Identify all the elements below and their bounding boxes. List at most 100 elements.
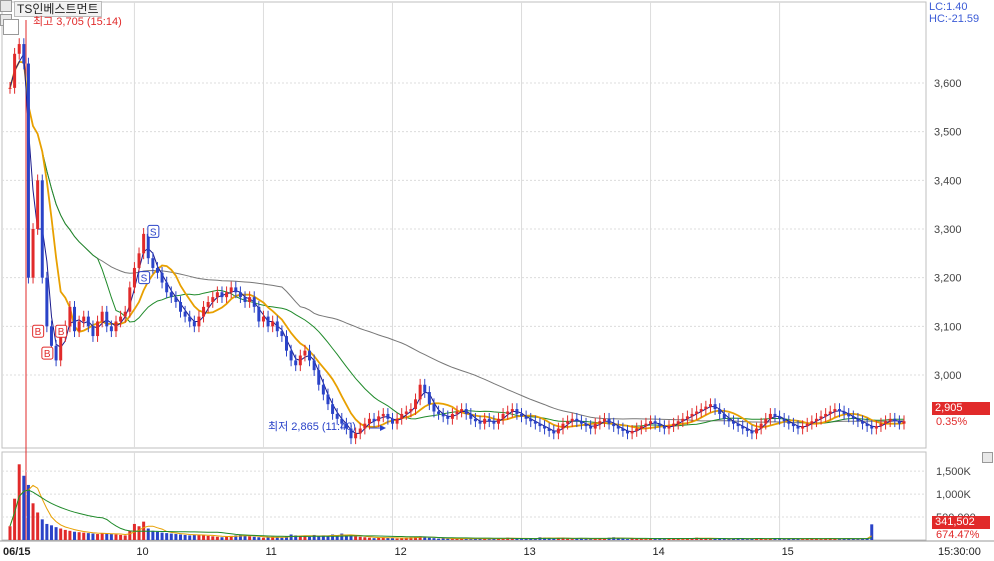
- candle-body: [275, 321, 279, 332]
- volume-bar: [96, 534, 100, 540]
- candle-body: [68, 306, 72, 327]
- volume-bar: [423, 537, 427, 540]
- candle-body: [602, 418, 606, 422]
- candle-body: [257, 306, 261, 322]
- volume-bar: [160, 532, 164, 540]
- volume-bar: [427, 537, 431, 540]
- candle-body: [26, 63, 30, 278]
- candle-body: [358, 428, 362, 434]
- volume-bar: [280, 537, 284, 540]
- candle-body: [543, 426, 547, 429]
- volume-bar: [727, 539, 731, 540]
- volume-bar: [349, 535, 353, 540]
- candle-body: [308, 350, 312, 361]
- candle-body: [649, 421, 653, 424]
- x-tick-label: 10: [136, 546, 148, 558]
- grid-toggle-icon[interactable]: [3, 19, 19, 35]
- candle-body: [211, 297, 215, 302]
- candle-body: [91, 326, 95, 337]
- volume-bar: [197, 534, 201, 540]
- candle-body: [902, 421, 906, 424]
- change-percent: 0.35%: [936, 416, 968, 428]
- candle-body: [326, 394, 330, 405]
- candle-body: [289, 350, 293, 361]
- candle-body: [856, 418, 860, 422]
- candle-body: [814, 418, 818, 422]
- candle-body: [271, 321, 275, 327]
- candle-body: [741, 426, 745, 429]
- candle-body: [893, 418, 897, 422]
- volume-bar: [179, 534, 183, 540]
- price-tick-label: 3,100: [934, 321, 962, 333]
- volume-bar: [119, 534, 123, 540]
- candle-body: [450, 413, 454, 419]
- volume-bar: [764, 539, 768, 540]
- candle-body: [805, 423, 809, 427]
- volume-bar: [105, 533, 109, 540]
- volume-bar: [91, 533, 95, 540]
- candle-body: [179, 302, 183, 312]
- candle-body: [842, 411, 846, 414]
- volume-bar: [363, 537, 367, 540]
- candle-body: [294, 360, 298, 366]
- candle-body: [202, 306, 206, 317]
- lc-readout: LC:1.40: [929, 1, 968, 13]
- candle-body: [261, 316, 265, 322]
- candle-body: [874, 426, 878, 429]
- volume-bar: [77, 532, 81, 540]
- volume-bar: [570, 539, 574, 540]
- candle-body: [533, 421, 537, 424]
- volume-bar: [174, 534, 178, 540]
- volume-bar: [128, 530, 132, 540]
- x-tick-label: 12: [394, 546, 406, 558]
- candle-body: [45, 277, 49, 327]
- chart-canvas: 3,000 3,100 3,200 3,300 3,400 3,500 3,600 06/15…: [0, 1, 994, 558]
- candle-body: [123, 311, 127, 317]
- candle-body: [284, 336, 288, 351]
- candle-body: [119, 316, 123, 322]
- candle-body: [229, 287, 233, 293]
- low-annotation: 최저 2,865 (11:40): [268, 421, 356, 433]
- candle-body: [331, 404, 335, 414]
- x-tick-label: 15: [782, 546, 794, 558]
- volume-bar: [289, 534, 293, 540]
- candle-body: [151, 258, 155, 268]
- collapse-icon[interactable]: [982, 452, 993, 463]
- candle-body: [423, 384, 427, 393]
- candle-body: [593, 423, 597, 429]
- volume-bar: [220, 537, 224, 540]
- toolbar-button[interactable]: [0, 0, 12, 12]
- candle-body: [579, 421, 583, 424]
- volume-bar: [183, 534, 187, 540]
- candle-body: [372, 418, 376, 422]
- x-tick-label: 13: [524, 546, 536, 558]
- buy-marker-label: B: [58, 327, 65, 338]
- candle-body: [404, 411, 408, 414]
- candle-body: [501, 413, 505, 419]
- candle-body: [699, 409, 703, 412]
- volume-bar: [367, 537, 371, 540]
- volume-ma-long: [9, 489, 872, 540]
- volume-bar: [248, 536, 252, 540]
- candle-body: [487, 418, 491, 422]
- candle-body: [395, 418, 399, 424]
- candle-body: [727, 418, 731, 422]
- candle-body: [847, 413, 851, 417]
- candle-body: [667, 426, 671, 429]
- candle-body: [828, 411, 832, 414]
- volume-tick-label: 1,000K: [936, 489, 972, 501]
- candle-body: [630, 430, 634, 434]
- candle-body: [441, 413, 445, 417]
- candle-body: [432, 404, 436, 412]
- candle-body: [409, 409, 413, 412]
- candle-body: [884, 421, 888, 424]
- candle-body: [234, 287, 238, 293]
- candle-body: [298, 355, 302, 366]
- candle-body: [109, 326, 113, 332]
- candle-body: [73, 306, 77, 332]
- candle-body: [437, 411, 441, 414]
- volume-bar: [82, 532, 86, 540]
- volume-bar: [123, 535, 127, 540]
- candle-body: [851, 416, 855, 419]
- candle-body: [469, 413, 473, 419]
